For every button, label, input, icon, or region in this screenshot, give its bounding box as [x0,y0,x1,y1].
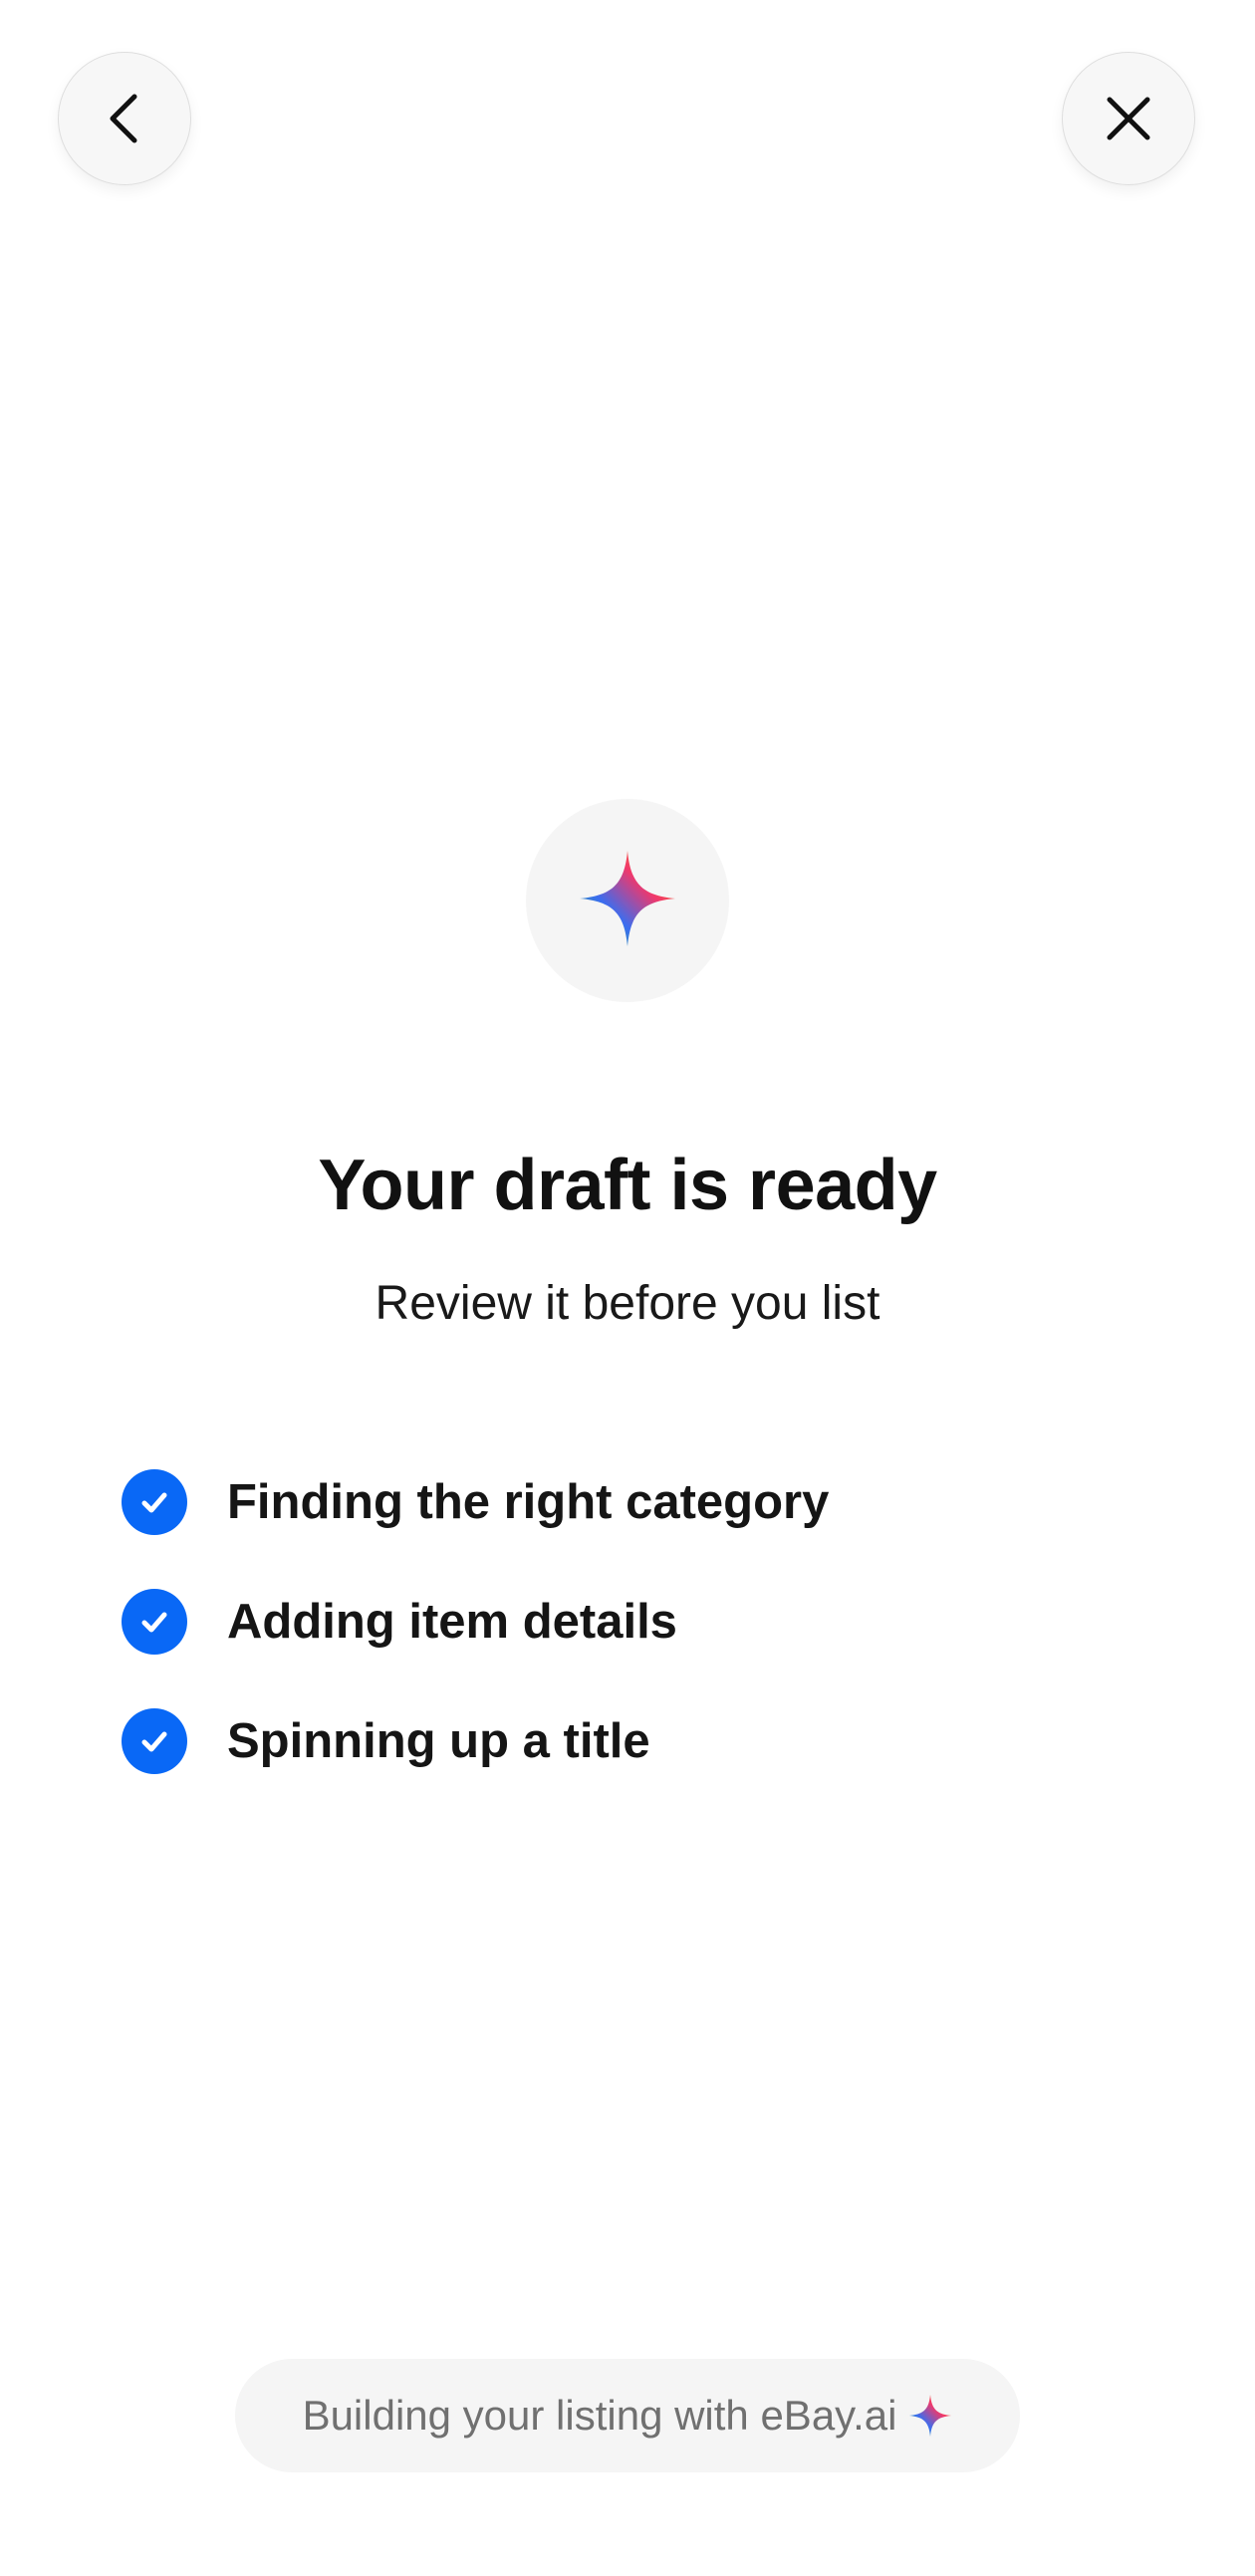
sparkle-icon [578,849,677,953]
page-title: Your draft is ready [318,1146,937,1225]
close-icon [1105,95,1152,142]
sparkle-icon [908,2394,952,2438]
check-circle-icon [122,1469,187,1535]
step-item-title: Spinning up a title [122,1681,1118,1801]
step-label: Finding the right category [227,1475,830,1529]
chevron-left-icon [103,91,146,146]
back-button[interactable] [58,52,191,185]
footer-status-pill: Building your listing with eBay.ai [235,2359,1020,2472]
check-circle-icon [122,1589,187,1655]
step-item-category: Finding the right category [122,1442,1118,1562]
step-label: Adding item details [227,1595,677,1649]
close-button[interactable] [1062,52,1195,185]
page-subtitle: Review it before you list [375,1277,880,1330]
step-label: Spinning up a title [227,1714,650,1768]
footer-status-text: Building your listing with eBay.ai [302,2392,897,2439]
step-item-details: Adding item details [122,1562,1118,1681]
progress-steps-list: Finding the right category Adding item d… [122,1442,1118,1801]
hero-icon-container [526,799,729,1002]
check-circle-icon [122,1708,187,1774]
